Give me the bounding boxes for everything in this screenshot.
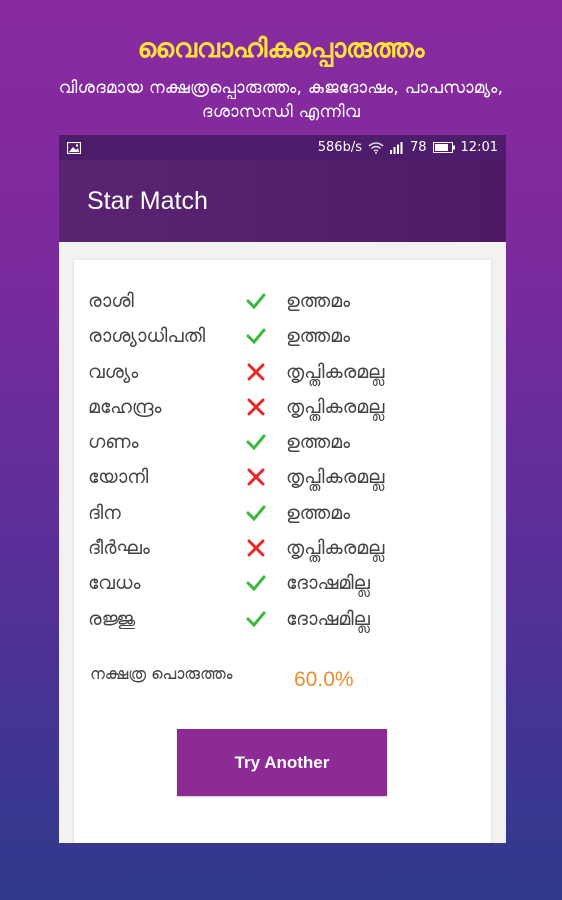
porutham-result: ദോഷമില്ല xyxy=(286,608,370,630)
compatibility-percent-label: നക്ഷത്ര പൊരുത്തം xyxy=(90,664,233,683)
porutham-name: രാശി xyxy=(88,290,134,312)
porutham-name: ഗണം xyxy=(88,431,139,453)
battery-level: 78 xyxy=(409,140,427,155)
clock: 12:01 xyxy=(460,140,498,155)
check-icon xyxy=(246,293,266,310)
results-card: നക്ഷത്ര പൊരുത്തം 60.0% Try Another രാശി ഉ… xyxy=(74,260,491,843)
porutham-name: മഹേന്ദ്രം xyxy=(88,396,162,418)
porutham-result: തൃപ്തികരമല്ല xyxy=(286,396,385,418)
cross-icon xyxy=(247,363,265,381)
porutham-name: രജ്ജു xyxy=(88,608,136,630)
status-bar: 586b/s 78 12:01 xyxy=(59,135,506,160)
result-row: ഗണം ഉത്തമം xyxy=(74,427,491,457)
porutham-name: യോനി xyxy=(88,466,149,488)
app-title: Star Match xyxy=(87,186,208,215)
porutham-result: തൃപ്തികരമല്ല xyxy=(286,537,385,559)
cross-icon xyxy=(247,539,265,557)
check-icon xyxy=(246,434,266,451)
check-icon xyxy=(246,611,266,628)
result-row: ദിന ഉത്തമം xyxy=(74,498,491,528)
result-row: വശ്യം തൃപ്തികരമല്ല xyxy=(74,357,491,387)
try-another-button[interactable]: Try Another xyxy=(177,729,387,796)
result-row: മഹേന്ദ്രം തൃപ്തികരമല്ല xyxy=(74,392,491,422)
porutham-result: ദോഷമില്ല xyxy=(286,572,370,594)
result-row: രാശി ഉത്തമം xyxy=(74,286,491,316)
porutham-name: വശ്യം xyxy=(88,361,139,383)
porutham-result: ഉത്തമം xyxy=(286,325,351,347)
check-icon xyxy=(246,505,266,522)
porutham-result: ഉത്തമം xyxy=(286,290,351,312)
porutham-result: ഉത്തമം xyxy=(286,502,351,524)
wifi-icon xyxy=(368,141,384,154)
result-row: രാശ്യാധിപതി ഉത്തമം xyxy=(74,321,491,351)
image-icon xyxy=(67,141,81,154)
result-row: വേധം ദോഷമില്ല xyxy=(74,568,491,598)
porutham-name: ദീർഘം xyxy=(88,537,150,559)
porutham-result: ഉത്തമം xyxy=(286,431,351,453)
porutham-result: തൃപ്തികരമല്ല xyxy=(286,361,385,383)
promo-title: വൈവാഹികപ്പൊരുത്തം xyxy=(137,34,425,64)
check-icon xyxy=(246,328,266,345)
cross-icon xyxy=(247,468,265,486)
signal-icon xyxy=(389,141,403,154)
result-row: യോനി തൃപ്തികരമല്ല xyxy=(74,462,491,492)
porutham-name: വേധം xyxy=(88,572,141,594)
result-row: രജ്ജു ദോഷമില്ല xyxy=(74,604,491,634)
porutham-name: ദിന xyxy=(88,502,121,524)
check-icon xyxy=(246,575,266,592)
app-bar: Star Match xyxy=(59,160,506,242)
network-speed: 586b/s xyxy=(317,140,362,155)
result-row: ദീർഘം തൃപ്തികരമല്ല xyxy=(74,533,491,563)
battery-icon xyxy=(432,142,455,153)
phone-screen: 586b/s 78 12:01 Star Match നക്ഷത്ര പൊരുത… xyxy=(59,135,506,843)
porutham-name: രാശ്യാധിപതി xyxy=(88,325,206,347)
promo-subtitle: വിശദമായ നക്ഷത്രപ്പൊരുത്തം, കുജദോഷം, പാപസ… xyxy=(58,78,504,122)
porutham-result: തൃപ്തികരമല്ല xyxy=(286,466,385,488)
compatibility-percent-value: 60.0% xyxy=(294,668,354,691)
cross-icon xyxy=(247,398,265,416)
